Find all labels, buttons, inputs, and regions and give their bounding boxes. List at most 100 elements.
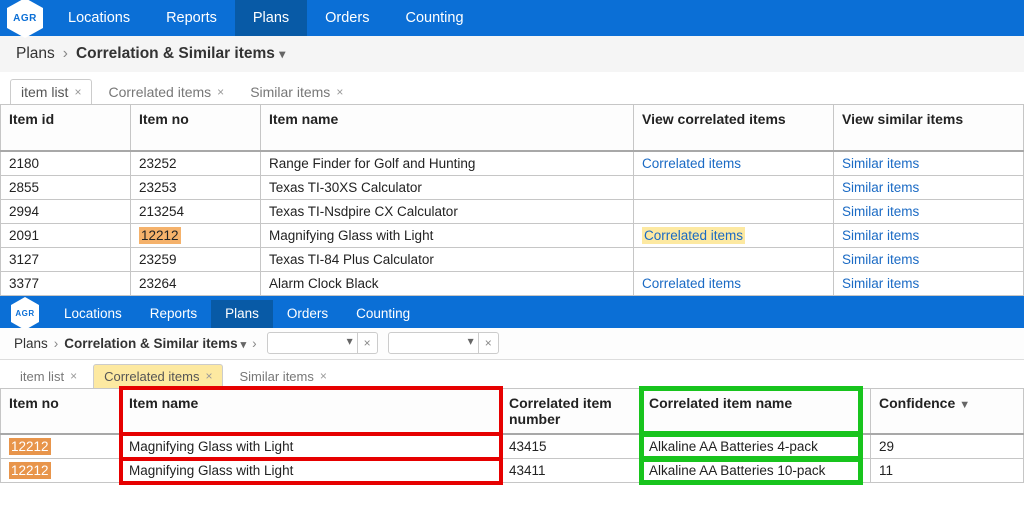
col-confidence[interactable]: Confidence▼ xyxy=(871,388,1024,434)
cell-view-similar: Similar items xyxy=(834,151,1024,176)
cell-item-name: Alarm Clock Black xyxy=(261,271,634,295)
breadcrumb: Plans › Correlation & Similar items ▾ xyxy=(0,36,1024,72)
close-icon[interactable]: × xyxy=(479,336,498,350)
tab-correlated-items[interactable]: Correlated items× xyxy=(98,80,234,104)
correlated-table: Item no Item name Correlated item number… xyxy=(0,388,1024,484)
nav-orders[interactable]: Orders xyxy=(307,0,387,36)
cell-correlated-name: Alkaline AA Batteries 10-pack xyxy=(641,459,861,483)
link-similar-items[interactable]: Similar items xyxy=(842,252,919,267)
nav-orders[interactable]: Orders xyxy=(273,300,342,328)
cell-view-correlated: Correlated items xyxy=(634,223,834,247)
table-row[interactable]: 218023252Range Finder for Golf and Hunti… xyxy=(1,151,1024,176)
cell-item-no: 12212 xyxy=(1,459,111,483)
table-row[interactable]: 285523253Texas TI-30XS Calculator Similar… xyxy=(1,175,1024,199)
chevron-right-icon: › xyxy=(54,336,59,351)
col-correlated-name[interactable]: Correlated item name xyxy=(641,388,861,434)
filter-dropdown-1[interactable]: × xyxy=(267,332,378,354)
filter-dropdown-2[interactable]: × xyxy=(388,332,499,354)
tab-bar: item list× Correlated items× Similar ite… xyxy=(0,72,1024,104)
col-item-no[interactable]: Item no xyxy=(131,105,261,151)
breadcrumb-page[interactable]: Correlation & Similar items ▾ xyxy=(76,45,285,63)
link-similar-items[interactable]: Similar items xyxy=(842,180,919,195)
nav-plans[interactable]: Plans xyxy=(235,0,307,36)
cell-view-correlated xyxy=(634,247,834,271)
close-icon[interactable]: × xyxy=(336,85,343,99)
close-icon[interactable]: × xyxy=(217,85,224,99)
nav-plans[interactable]: Plans xyxy=(211,300,273,328)
nav-locations[interactable]: Locations xyxy=(50,0,148,36)
close-icon[interactable]: × xyxy=(320,369,327,383)
cell-item-no: 23253 xyxy=(131,175,261,199)
tab-similar-items[interactable]: Similar items× xyxy=(229,365,336,388)
table-row[interactable]: 12212Magnifying Glass with Light43411Alk… xyxy=(1,459,1024,483)
close-icon[interactable]: × xyxy=(358,336,377,350)
link-similar-items[interactable]: Similar items xyxy=(842,204,919,219)
link-similar-items[interactable]: Similar items xyxy=(842,156,919,171)
tab-item-list[interactable]: item list× xyxy=(10,365,87,388)
cell-item-name: Texas TI-30XS Calculator xyxy=(261,175,634,199)
cell-item-no: 23252 xyxy=(131,151,261,176)
nav-locations[interactable]: Locations xyxy=(50,300,136,328)
cell-item-no: 12212 xyxy=(131,223,261,247)
table-row[interactable]: 2994213254Texas TI-Nsdpire CX Calculator… xyxy=(1,199,1024,223)
table-row[interactable]: 337723264Alarm Clock BlackCorrelated ite… xyxy=(1,271,1024,295)
col-item-no[interactable]: Item no xyxy=(1,388,111,434)
cell-view-similar: Similar items xyxy=(834,199,1024,223)
cell-correlated-number: 43415 xyxy=(501,434,631,459)
tab-item-list[interactable]: item list× xyxy=(10,79,92,104)
link-correlated-items[interactable]: Correlated items xyxy=(642,227,745,244)
nav-reports[interactable]: Reports xyxy=(148,0,235,36)
cell-item-name: Magnifying Glass with Light xyxy=(121,434,501,459)
top-nav-lower: AGR Locations Reports Plans Orders Count… xyxy=(0,296,1024,328)
cell-correlated-name: Alkaline AA Batteries 4-pack xyxy=(641,434,861,459)
cell-item-no: 12212 xyxy=(1,434,111,459)
table-row[interactable]: 312723259Texas TI-84 Plus CalculatorSimi… xyxy=(1,247,1024,271)
col-view-similar[interactable]: View similar items xyxy=(834,105,1024,151)
link-correlated-items[interactable]: Correlated items xyxy=(642,276,741,291)
chevron-down-icon: ▾ xyxy=(238,339,247,351)
cell-confidence: 11 xyxy=(871,459,1024,483)
breadcrumb-root[interactable]: Plans xyxy=(14,336,48,351)
cell-item-name: Range Finder for Golf and Hunting xyxy=(261,151,634,176)
cell-view-similar: Similar items xyxy=(834,247,1024,271)
col-item-id[interactable]: Item id xyxy=(1,105,131,151)
link-similar-items[interactable]: Similar items xyxy=(842,276,919,291)
col-view-correlated[interactable]: View correlated items xyxy=(634,105,834,151)
table-row[interactable]: 209112212Magnifying Glass with LightCorr… xyxy=(1,223,1024,247)
top-nav: AGR Locations Reports Plans Orders Count… xyxy=(0,0,1024,36)
tab-correlated-items[interactable]: Correlated items× xyxy=(93,364,223,388)
brand-logo: AGR xyxy=(0,0,50,36)
breadcrumb-page[interactable]: Correlation & Similar items ▾ xyxy=(64,336,246,351)
nav-reports[interactable]: Reports xyxy=(136,300,211,328)
close-icon[interactable]: × xyxy=(74,85,81,99)
link-correlated-items[interactable]: Correlated items xyxy=(642,156,741,171)
tab-bar-lower: item list× Correlated items× Similar ite… xyxy=(0,360,1024,388)
close-icon[interactable]: × xyxy=(205,369,212,383)
col-item-name[interactable]: Item name xyxy=(261,105,634,151)
cell-item-name: Texas TI-Nsdpire CX Calculator xyxy=(261,199,634,223)
cell-item-name: Magnifying Glass with Light xyxy=(121,459,501,483)
close-icon[interactable]: × xyxy=(70,369,77,383)
items-table: Item id Item no Item name View correlate… xyxy=(0,104,1024,296)
cell-view-similar: Similar items xyxy=(834,175,1024,199)
cell-item-id: 2855 xyxy=(1,175,131,199)
tab-similar-items[interactable]: Similar items× xyxy=(240,80,353,104)
cell-view-correlated: Correlated items xyxy=(634,151,834,176)
cell-item-id: 2994 xyxy=(1,199,131,223)
chevron-down-icon: ▾ xyxy=(279,47,285,61)
brand-logo: AGR xyxy=(0,300,50,328)
cell-item-name: Texas TI-84 Plus Calculator xyxy=(261,247,634,271)
cell-item-name: Magnifying Glass with Light xyxy=(261,223,634,247)
breadcrumb-root[interactable]: Plans xyxy=(16,45,55,63)
nav-counting[interactable]: Counting xyxy=(342,300,424,328)
chevron-right-icon: › xyxy=(252,336,257,351)
cell-view-similar: Similar items xyxy=(834,271,1024,295)
col-item-name[interactable]: Item name xyxy=(121,388,501,434)
chevron-right-icon: › xyxy=(63,45,68,63)
breadcrumb-lower: Plans › Correlation & Similar items ▾ › … xyxy=(0,328,1024,360)
link-similar-items[interactable]: Similar items xyxy=(842,228,919,243)
table-row[interactable]: 12212 Magnifying Glass with Light43415 Alk… xyxy=(1,434,1024,459)
cell-view-correlated xyxy=(634,175,834,199)
nav-counting[interactable]: Counting xyxy=(387,0,481,36)
col-correlated-number[interactable]: Correlated item number xyxy=(501,388,631,434)
